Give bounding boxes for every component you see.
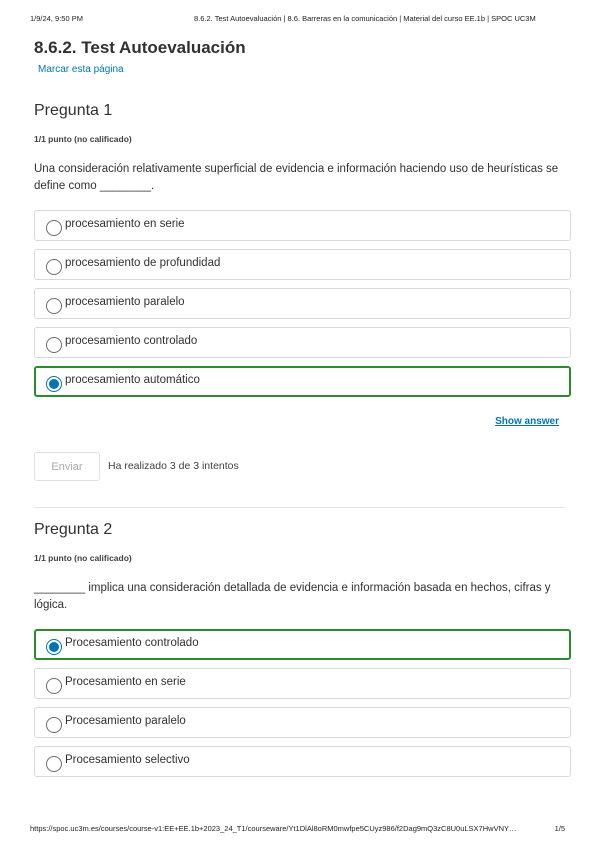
question-2-prompt: ________ implica una consideración detal… xyxy=(34,580,571,614)
page-number: 1/5 xyxy=(554,824,565,833)
answer-option[interactable]: procesamiento de profundidad xyxy=(34,249,571,280)
print-page-title: 8.6.2. Test Autoevaluación | 8.6. Barrer… xyxy=(194,14,536,23)
radio-button[interactable] xyxy=(46,678,62,694)
attempts-status: Ha realizado 3 de 3 intentos xyxy=(108,460,239,472)
radio-button[interactable] xyxy=(46,756,62,772)
question-heading: Pregunta 1 xyxy=(34,102,113,119)
question-text: Una consideración relativamente superfic… xyxy=(34,163,559,192)
question-1: Pregunta 1 1/1 punto (no calificado) xyxy=(34,102,571,144)
answer-option[interactable]: Procesamiento paralelo xyxy=(34,707,571,738)
option-label: Procesamiento controlado xyxy=(65,637,199,649)
option-label: procesamiento automático xyxy=(65,374,200,386)
answer-option[interactable]: procesamiento controlado xyxy=(34,327,571,358)
option-label: Procesamiento en serie xyxy=(65,676,186,688)
answer-option[interactable]: procesamiento paralelo xyxy=(34,288,571,319)
show-answer-link[interactable]: Show answer xyxy=(495,416,559,427)
question-1-prompt: Una consideración relativamente superfic… xyxy=(34,161,571,195)
option-label: procesamiento paralelo xyxy=(65,296,185,308)
radio-button-checked[interactable] xyxy=(46,639,62,655)
question-divider xyxy=(34,507,565,508)
question-heading: Pregunta 2 xyxy=(34,521,113,538)
question-points: 1/1 punto (no calificado) xyxy=(34,134,132,144)
option-label: procesamiento controlado xyxy=(65,335,198,347)
radio-button[interactable] xyxy=(46,298,62,314)
page-title: 8.6.2. Test Autoevaluación xyxy=(34,38,246,57)
question-points: 1/1 punto (no calificado) xyxy=(34,553,132,563)
print-date: 1/9/24, 9:50 PM xyxy=(30,14,83,23)
radio-button[interactable] xyxy=(46,220,62,236)
answer-option-selected[interactable]: procesamiento automático xyxy=(34,366,571,397)
answer-option[interactable]: procesamiento en serie xyxy=(34,210,571,241)
question-2: Pregunta 2 1/1 punto (no calificado) xyxy=(34,521,571,563)
radio-button[interactable] xyxy=(46,259,62,275)
answer-option-selected[interactable]: Procesamiento controlado xyxy=(34,629,571,660)
radio-button[interactable] xyxy=(46,337,62,353)
radio-button-checked[interactable] xyxy=(46,376,62,392)
option-label: Procesamiento selectivo xyxy=(65,754,190,766)
submit-button[interactable]: Enviar xyxy=(34,452,100,481)
answer-option[interactable]: Procesamiento en serie xyxy=(34,668,571,699)
question-text: ________ implica una consideración detal… xyxy=(34,582,551,611)
print-header: 1/9/24, 9:50 PM 8.6.2. Test Autoevaluaci… xyxy=(30,14,569,26)
option-label: procesamiento en serie xyxy=(65,218,185,230)
answer-option[interactable]: Procesamiento selectivo xyxy=(34,746,571,777)
print-url: https://spoc.uc3m.es/courses/course-v1:E… xyxy=(30,824,517,833)
bookmark-link[interactable]: Marcar esta página xyxy=(38,64,124,75)
option-label: procesamiento de profundidad xyxy=(65,257,221,269)
option-label: Procesamiento paralelo xyxy=(65,715,186,727)
radio-button[interactable] xyxy=(46,717,62,733)
